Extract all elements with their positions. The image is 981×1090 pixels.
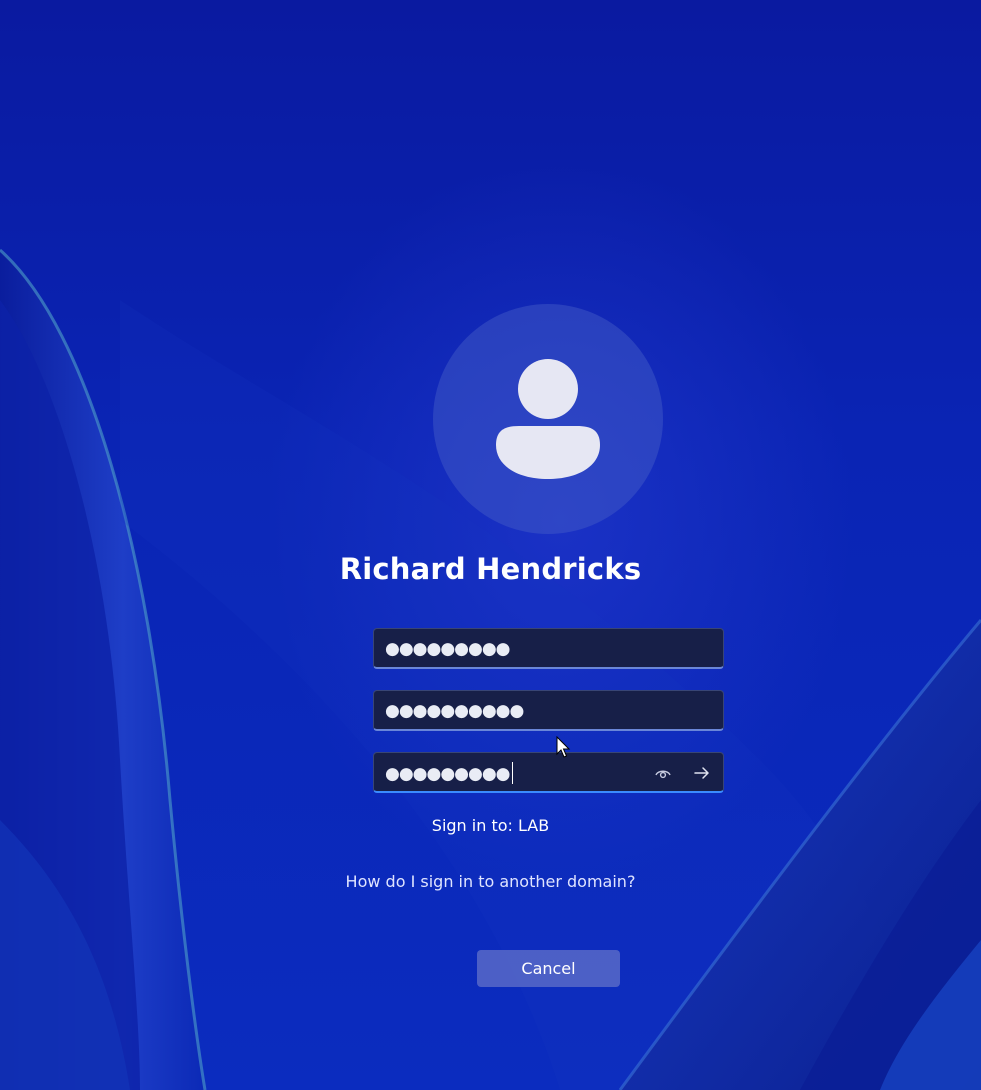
- user-avatar: [433, 304, 663, 534]
- masked-text: ●●●●●●●●●●: [385, 701, 524, 721]
- password-masked-text: ●●●●●●●●●: [385, 762, 513, 785]
- credential-field-2[interactable]: ●●●●●●●●●●: [373, 690, 724, 731]
- mouse-pointer-icon: [556, 736, 571, 758]
- other-domain-link[interactable]: How do I sign in to another domain?: [0, 872, 981, 891]
- password-field[interactable]: ●●●●●●●●●: [373, 752, 724, 793]
- credential-field-1[interactable]: ●●●●●●●●●: [373, 628, 724, 669]
- masked-text: ●●●●●●●●●: [385, 639, 511, 659]
- cancel-button[interactable]: Cancel: [477, 950, 620, 987]
- sign-in-domain-text: Sign in to: LAB: [431, 816, 550, 835]
- eye-icon[interactable]: [653, 763, 673, 783]
- user-name: Richard Hendricks: [339, 552, 642, 586]
- person-icon: [496, 359, 600, 479]
- text-caret: [511, 762, 513, 784]
- arrow-right-icon[interactable]: [692, 763, 712, 783]
- wallpaper-background: [0, 248, 981, 1090]
